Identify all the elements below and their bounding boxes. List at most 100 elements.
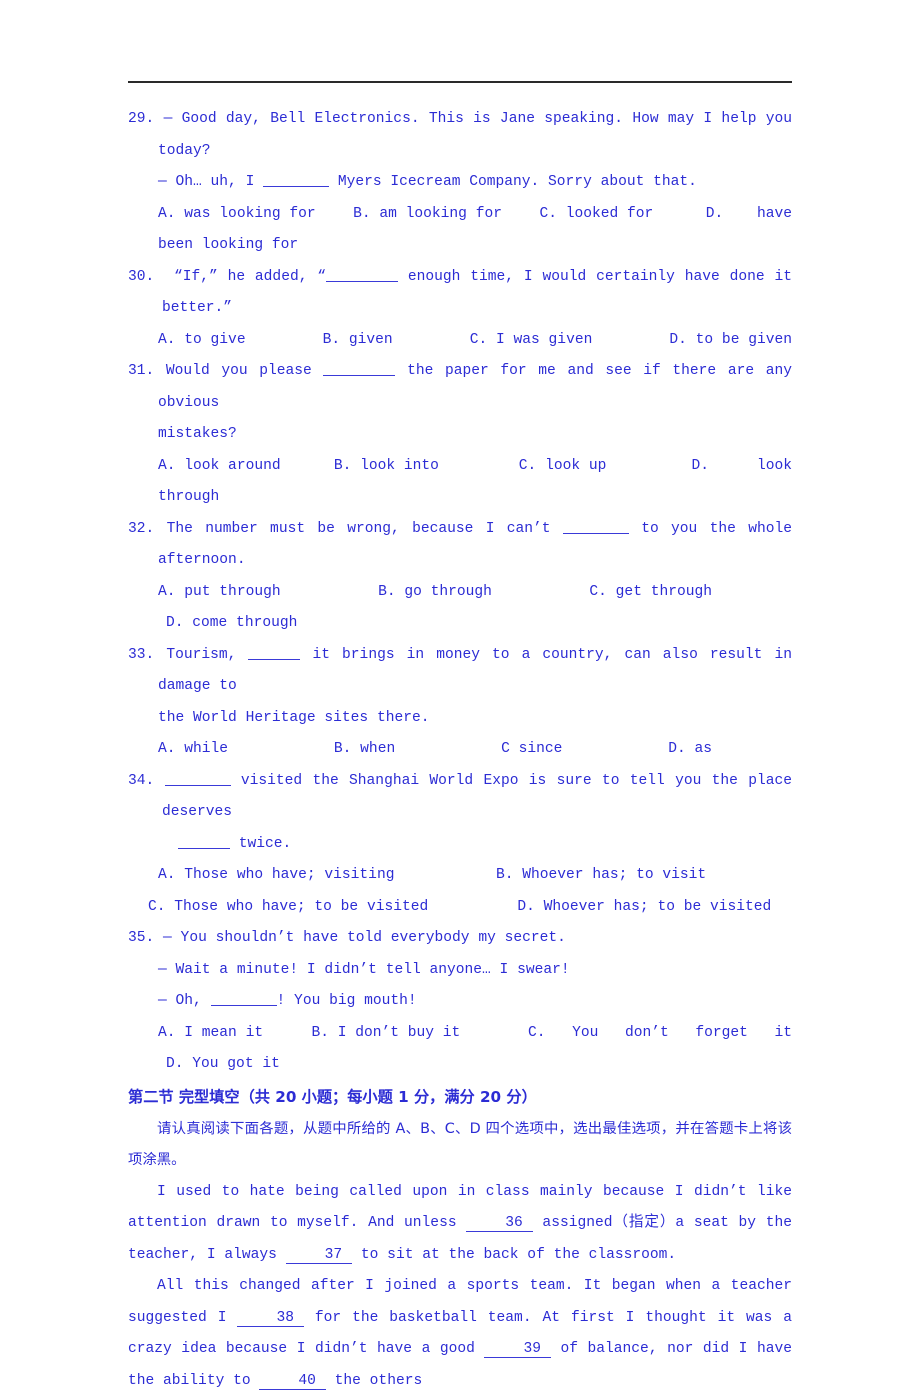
question-31-option-wrap[interactable]: through — [128, 482, 792, 514]
question-35-option-c-word-2[interactable]: don’t — [625, 1018, 669, 1050]
question-29-line-2: — Oh… uh, I Myers Icecream Company. Sorr… — [128, 167, 792, 199]
question-35-option-a[interactable]: A. I mean it — [158, 1018, 263, 1050]
exam-page: 29. — Good day, Bell Electronics. This i… — [0, 0, 920, 1390]
cloze-blank-39[interactable]: 39 — [484, 1342, 551, 1358]
passage-paragraph-1: I used to hate being called upon in clas… — [128, 1177, 792, 1272]
question-35-blank — [210, 991, 277, 1006]
question-31-option-a[interactable]: A. look around — [158, 451, 281, 483]
question-33-stem-wrap: the World Heritage sites there. — [128, 703, 792, 735]
passage-p2-text-4: the others — [325, 1372, 423, 1389]
question-29-option-wrap-text: been looking for — [158, 237, 299, 253]
question-29-text-1: — Good day, Bell Electronics. This is Ja… — [158, 111, 793, 159]
question-33: 33. Tourism, it brings in money to a cou… — [128, 640, 792, 766]
question-30-option-b[interactable]: B. given — [323, 325, 393, 357]
question-34-option-a[interactable]: A. Those who have; visiting — [158, 860, 394, 892]
question-32-stem: 32. The number must be wrong, because I … — [128, 514, 792, 577]
question-33-blank — [248, 645, 301, 660]
question-35-option-c-word-1[interactable]: You — [572, 1018, 598, 1050]
question-31-option-d[interactable]: D. — [692, 451, 710, 483]
question-34-blank-2 — [178, 834, 230, 849]
question-29-options-row: A. was looking for B. am looking for C. … — [128, 199, 792, 231]
question-31-option-d-tail[interactable]: look — [757, 451, 792, 483]
question-33-text-a: Tourism, — [166, 646, 249, 663]
section-heading: 第二节 完型填空（共 20 小题；每小题 1 分，满分 20 分） — [128, 1087, 537, 1106]
question-35-line-3: — Oh, ! You big mouth! — [128, 986, 792, 1018]
question-34-stem-wrap: twice. — [128, 829, 792, 861]
question-31-stem: 31. Would you please the paper for me an… — [128, 356, 792, 419]
exam-body: 29. — Good day, Bell Electronics. This i… — [128, 104, 792, 1397]
question-31-blank — [323, 361, 396, 376]
question-34-number: 34. — [128, 772, 155, 789]
question-30: 30. “If,” he added, “ enough time, I wou… — [128, 262, 792, 357]
question-32-blank — [562, 519, 629, 534]
question-33-option-c[interactable]: C since — [501, 734, 562, 766]
question-35-option-d: D. You got it — [166, 1056, 280, 1072]
question-35-option-d-row[interactable]: D. You got it — [128, 1049, 792, 1081]
question-33-option-a[interactable]: A. while — [158, 734, 228, 766]
question-34-blank-1 — [164, 771, 231, 786]
passage-paragraph-2: All this changed after I joined a sports… — [128, 1271, 792, 1397]
question-30-options-row: A. to give B. given C. I was given D. to… — [128, 325, 792, 357]
question-33-text-c: the World Heritage sites there. — [158, 709, 430, 726]
question-32-option-a[interactable]: A. put through — [158, 577, 281, 609]
question-35-option-c-word-3[interactable]: forget — [695, 1018, 748, 1050]
question-30-stem: 30. “If,” he added, “ enough time, I wou… — [128, 262, 792, 325]
question-34: 34. visited the Shanghai World Expo is s… — [128, 766, 792, 924]
question-30-blank — [326, 267, 399, 282]
question-35-text-3b: ! You big mouth! — [276, 993, 417, 1009]
cloze-blank-38[interactable]: 38 — [237, 1310, 304, 1327]
question-29-option-a[interactable]: A. was looking for — [158, 199, 316, 231]
question-30-number: 30. — [128, 268, 155, 285]
question-34-text-a: visited the Shanghai World Expo is sure … — [162, 772, 792, 821]
question-29-option-b[interactable]: B. am looking for — [353, 199, 502, 231]
question-35-number: 35. — [128, 930, 155, 946]
cloze-blank-37[interactable]: 37 — [285, 1247, 353, 1264]
question-29-option-c[interactable]: C. looked for — [539, 199, 653, 231]
question-32-options-row: A. put through B. go through C. get thro… — [128, 577, 792, 609]
header-rule — [128, 81, 792, 83]
question-34-option-d[interactable]: D. Whoever has; to be visited — [517, 892, 771, 924]
question-31-text-a: Would you please — [165, 363, 324, 379]
question-33-option-d[interactable]: D. as — [668, 734, 712, 766]
question-35-text-1: — You shouldn’t have told everybody my s… — [163, 930, 566, 946]
question-33-option-b[interactable]: B. when — [334, 734, 395, 766]
question-35-option-b[interactable]: B. I don’t buy it — [311, 1018, 460, 1050]
question-34-option-b[interactable]: B. Whoever has; to visit — [496, 860, 706, 892]
question-31-option-wrap-text: through — [158, 489, 220, 505]
section-instruction: 请认真阅读下面各题，从题中所给的 A、B、C、D 四个选项中，选出最佳选项，并在… — [128, 1120, 792, 1169]
question-33-options-row: A. while B. when C since D. as — [128, 734, 792, 766]
question-32-option-d: D. come through — [166, 615, 298, 631]
cloze-blank-40[interactable]: 40 — [259, 1373, 326, 1390]
question-32: 32. The number must be wrong, because I … — [128, 514, 792, 640]
question-33-stem: 33. Tourism, it brings in money to a cou… — [128, 640, 792, 703]
cloze-blank-36[interactable]: 36 — [466, 1216, 533, 1232]
question-32-option-c[interactable]: C. get through — [589, 577, 712, 609]
question-32-option-b[interactable]: B. go through — [378, 577, 492, 609]
question-29-option-d[interactable]: D. — [706, 199, 724, 231]
question-35: 35. — You shouldn’t have told everybody … — [128, 923, 792, 1081]
question-34-option-c[interactable]: C. Those who have; to be visited — [148, 892, 428, 924]
question-35-line-1: 35. — You shouldn’t have told everybody … — [128, 923, 792, 955]
question-29-option-wrap[interactable]: been looking for — [128, 230, 792, 262]
question-31-option-b[interactable]: B. look into — [334, 451, 439, 483]
question-34-options-row-1: A. Those who have; visiting B. Whoever h… — [128, 860, 792, 892]
question-35-options-row: A. I mean it B. I don’t buy it C. You do… — [128, 1018, 792, 1050]
question-31: 31. Would you please the paper for me an… — [128, 356, 792, 514]
question-29-text-2a: — Oh… uh, I — [158, 174, 264, 190]
question-35-option-c[interactable]: C. — [528, 1018, 546, 1050]
question-35-line-2: — Wait a minute! I didn’t tell anyone… I… — [128, 955, 792, 987]
question-34-options-row-2: C. Those who have; to be visited D. Whoe… — [128, 892, 792, 924]
question-31-options-row: A. look around B. look into C. look up D… — [128, 451, 792, 483]
question-35-text-3a: — Oh, — [158, 993, 211, 1009]
question-30-option-c[interactable]: C. I was given — [470, 325, 593, 357]
question-34-stem: 34. visited the Shanghai World Expo is s… — [128, 766, 792, 829]
question-31-text-c: mistakes? — [158, 426, 237, 442]
question-35-option-c-word-4[interactable]: it — [775, 1018, 793, 1050]
question-29-text-2b: Myers Icecream Company. Sorry about that… — [329, 174, 697, 190]
question-31-option-c[interactable]: C. look up — [519, 451, 607, 483]
question-30-option-a[interactable]: A. to give — [158, 325, 246, 357]
question-30-option-d[interactable]: D. to be given — [669, 325, 792, 357]
question-31-stem-wrap: mistakes? — [128, 419, 792, 451]
question-29-option-d-tail[interactable]: have — [757, 199, 792, 231]
question-32-option-d-row[interactable]: D. come through — [128, 608, 792, 640]
